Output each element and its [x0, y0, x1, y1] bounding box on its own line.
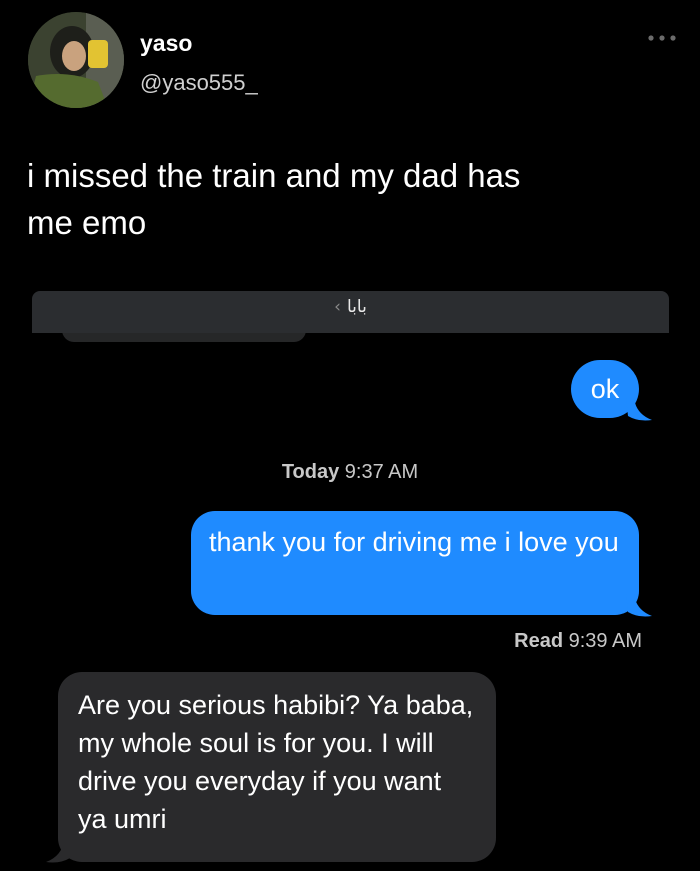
contact-name-row: ‹ بابا	[32, 297, 669, 317]
bubble-tail	[46, 840, 72, 863]
avatar[interactable]	[28, 12, 124, 108]
display-name[interactable]: yaso	[140, 30, 192, 57]
timestamp-day: Today	[281, 461, 340, 483]
tweet-text: i missed the train and my dad has me emo	[27, 152, 667, 246]
conversation-header: ‹ بابا	[32, 291, 669, 333]
tweet-text-content: i missed the train and my dad has me emo	[27, 157, 521, 241]
message-text: Are you serious habibi? Ya baba, my whol…	[78, 690, 474, 834]
avatar-photo	[28, 12, 124, 108]
read-receipt: Read 9:39 AM	[514, 630, 642, 653]
chevron-left-icon: ‹	[334, 297, 341, 317]
timestamp-time: 9:37 AM	[344, 461, 419, 483]
bubble-tail	[626, 398, 652, 421]
read-time: 9:39 AM	[568, 630, 642, 652]
message-bubble-outgoing: thank you for driving me i love you	[191, 511, 639, 615]
message-bubble-incoming: Are you serious habibi? Ya baba, my whol…	[58, 672, 496, 862]
read-label: Read	[514, 630, 564, 652]
message-text: thank you for driving me i love you	[209, 527, 619, 557]
handle[interactable]: @yaso555_	[140, 70, 258, 96]
bubble-tail	[626, 594, 652, 617]
message-timestamp: Today 9:37 AM	[0, 461, 700, 484]
contact-name: بابا	[346, 297, 367, 317]
more-icon[interactable]	[644, 28, 680, 48]
message-text: ok	[590, 374, 620, 404]
